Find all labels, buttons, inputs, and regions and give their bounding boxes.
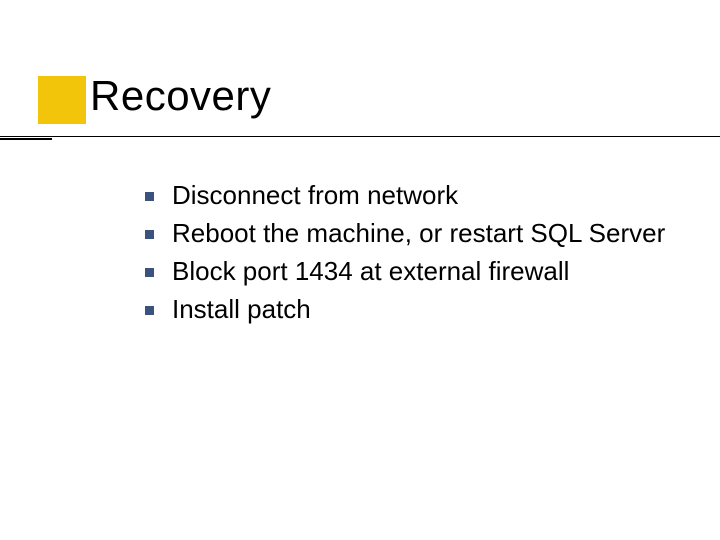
list-item: Disconnect from network [145,178,680,214]
title-accent-square [38,76,86,124]
square-bullet-icon [145,268,154,277]
list-item-text: Block port 1434 at external firewall [172,254,569,290]
list-item-text: Reboot the machine, or restart SQL Serve… [172,216,665,252]
title-underline-short [0,138,52,140]
bullet-list: Disconnect from network Reboot the machi… [145,178,680,330]
square-bullet-icon [145,192,154,201]
list-item: Install patch [145,292,680,328]
square-bullet-icon [145,306,154,315]
square-bullet-icon [145,230,154,239]
list-item: Reboot the machine, or restart SQL Serve… [145,216,680,252]
title-underline [0,136,720,137]
slide: Recovery Disconnect from network Reboot … [0,0,720,540]
list-item-text: Install patch [172,292,311,328]
list-item: Block port 1434 at external firewall [145,254,680,290]
slide-title: Recovery [90,72,271,120]
list-item-text: Disconnect from network [172,178,458,214]
